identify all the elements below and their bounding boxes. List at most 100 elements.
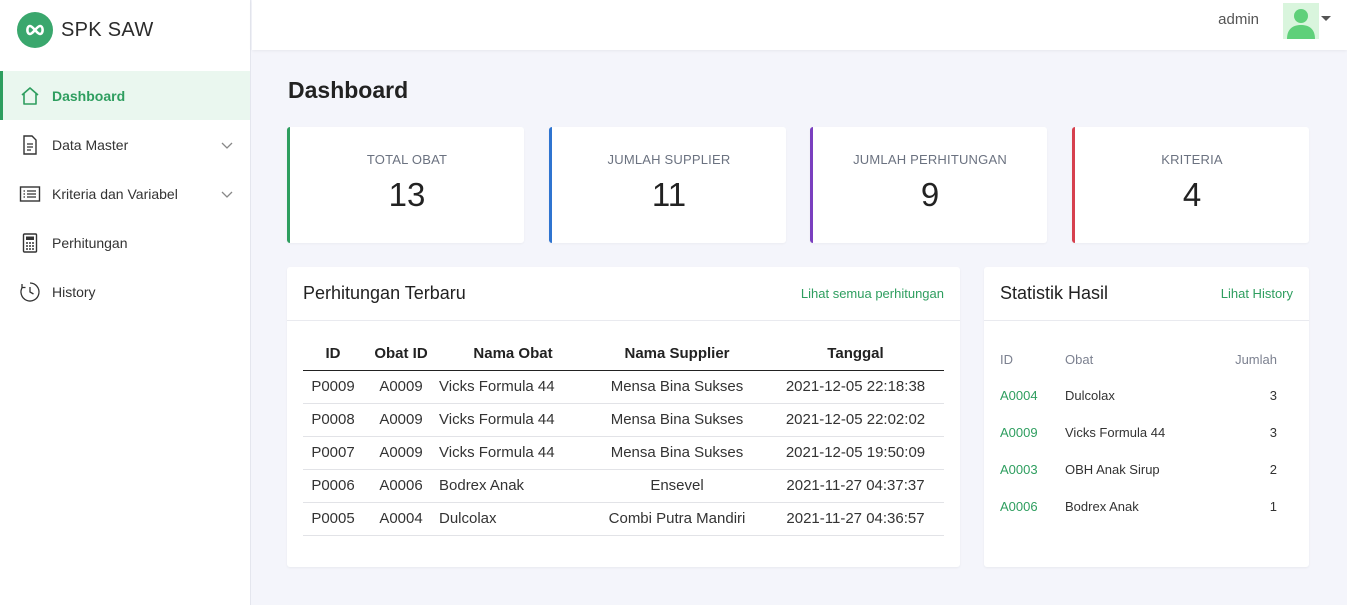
sidebar-item-label: Data Master bbox=[52, 136, 129, 153]
user-name[interactable]: admin bbox=[1218, 11, 1259, 28]
cell-nama-obat: Vicks Formula 44 bbox=[439, 403, 587, 437]
home-icon bbox=[19, 85, 41, 107]
cell-id: P0005 bbox=[303, 502, 363, 536]
table-row: P0008 A0009 Vicks Formula 44 Mensa Bina … bbox=[303, 403, 944, 437]
app-name: SPK SAW bbox=[61, 18, 154, 41]
column-header: ID bbox=[1000, 351, 1013, 367]
cell-obat-id: A0006 bbox=[363, 469, 439, 503]
cell-jumlah: 2 bbox=[1269, 462, 1277, 477]
stat-card-jumlah-perhitungan: JUMLAH PERHITUNGAN 9 bbox=[810, 127, 1047, 243]
table-row: P0005 A0004 Dulcolax Combi Putra Mandiri… bbox=[303, 502, 944, 536]
brand[interactable]: SPK SAW bbox=[0, 0, 250, 60]
cell-nama-supplier: Ensevel bbox=[587, 469, 767, 503]
table-row: A0004 Dulcolax 3 bbox=[1000, 377, 1293, 414]
cell-tanggal: 2021-12-05 22:02:02 bbox=[767, 403, 944, 437]
table-row: P0007 A0009 Vicks Formula 44 Mensa Bina … bbox=[303, 436, 944, 470]
cell-obat-id: A0009 bbox=[363, 403, 439, 437]
panel-title: Statistik Hasil bbox=[1000, 283, 1109, 303]
list-icon bbox=[19, 183, 41, 205]
history-icon bbox=[19, 281, 41, 303]
sidebar-item-label: Dashboard bbox=[52, 87, 126, 104]
cell-nama-supplier: Mensa Bina Sukses bbox=[587, 370, 767, 404]
cell-obat-id: A0009 bbox=[363, 370, 439, 404]
caret-down-icon[interactable] bbox=[1321, 16, 1331, 21]
stat-value: 4 bbox=[1182, 176, 1202, 213]
table-row: P0009 A0009 Vicks Formula 44 Mensa Bina … bbox=[303, 370, 944, 404]
panel-title: Perhitungan Terbaru bbox=[303, 283, 466, 303]
cell-nama-obat: Vicks Formula 44 bbox=[439, 436, 587, 470]
stat-label: JUMLAH PERHITUNGAN bbox=[853, 152, 1007, 167]
stat-label: KRITERIA bbox=[1161, 152, 1223, 167]
sidebar-nav: Dashboard Data Master Kriteria dan Varia… bbox=[0, 71, 250, 316]
column-header: Obat bbox=[1065, 351, 1094, 367]
stat-label: TOTAL OBAT bbox=[366, 152, 448, 167]
recent-calculations-table: ID Obat ID Nama Obat Nama Supplier Tangg… bbox=[303, 337, 944, 536]
sidebar-item-history[interactable]: History bbox=[0, 267, 250, 316]
sidebar-item-label: History bbox=[52, 283, 96, 300]
cell-tanggal: 2021-12-05 22:18:38 bbox=[767, 370, 944, 404]
table-row: A0009 Vicks Formula 44 3 bbox=[1000, 414, 1293, 451]
calculator-icon bbox=[19, 232, 41, 254]
topbar: admin bbox=[252, 0, 1347, 50]
panel-header: Statistik Hasil Lihat History bbox=[984, 267, 1309, 321]
stat-label: JUMLAH SUPPLIER bbox=[607, 152, 731, 167]
cell-nama-supplier: Mensa Bina Sukses bbox=[587, 436, 767, 470]
cell-nama-supplier: Mensa Bina Sukses bbox=[587, 403, 767, 437]
cell-obat: OBH Anak Sirup bbox=[1065, 462, 1160, 477]
chevron-down-icon bbox=[221, 137, 233, 155]
cell-jumlah: 1 bbox=[1269, 499, 1277, 514]
stat-card-total-obat: TOTAL OBAT 13 bbox=[287, 127, 524, 243]
view-all-calculations-link[interactable]: Lihat semua perhitungan bbox=[801, 286, 944, 301]
cell-tanggal: 2021-11-27 04:37:37 bbox=[767, 469, 944, 503]
cell-id: P0007 bbox=[303, 436, 363, 470]
cell-id: P0008 bbox=[303, 403, 363, 437]
column-header: Nama Supplier bbox=[587, 337, 767, 371]
sidebar-item-kriteria-variabel[interactable]: Kriteria dan Variabel bbox=[0, 169, 250, 218]
sidebar: SPK SAW Dashboard Data Master Kriteria d… bbox=[0, 0, 251, 605]
statistik-table: ID Obat Jumlah A0004 Dulcolax 3 A0009 Vi… bbox=[1000, 347, 1293, 525]
chevron-down-icon bbox=[221, 186, 233, 204]
cell-id: P0009 bbox=[303, 370, 363, 404]
stat-value: 9 bbox=[920, 176, 940, 213]
sidebar-item-data-master[interactable]: Data Master bbox=[0, 120, 250, 169]
cell-nama-supplier: Combi Putra Mandiri bbox=[587, 502, 767, 536]
table-header-row: ID Obat ID Nama Obat Nama Supplier Tangg… bbox=[303, 337, 944, 371]
cell-id-link[interactable]: A0006 bbox=[1000, 488, 1065, 525]
cell-id-link[interactable]: A0009 bbox=[1000, 414, 1065, 451]
cell-id-link[interactable]: A0003 bbox=[1000, 451, 1065, 488]
cell-nama-obat: Dulcolax bbox=[439, 502, 587, 536]
view-history-link[interactable]: Lihat History bbox=[1221, 286, 1293, 301]
sidebar-item-label: Perhitungan bbox=[52, 234, 128, 251]
cell-nama-obat: Bodrex Anak bbox=[439, 469, 587, 503]
page-title: Dashboard bbox=[288, 77, 409, 103]
stat-card-jumlah-supplier: JUMLAH SUPPLIER 11 bbox=[549, 127, 786, 243]
cell-id: P0006 bbox=[303, 469, 363, 503]
cell-obat-id: A0009 bbox=[363, 436, 439, 470]
column-header: Tanggal bbox=[767, 337, 944, 371]
statistik-hasil-panel: Statistik Hasil Lihat History ID Obat Ju… bbox=[984, 267, 1309, 567]
stat-value: 11 bbox=[651, 176, 687, 213]
infinity-logo-icon bbox=[17, 12, 53, 48]
cell-id-link[interactable]: A0004 bbox=[1000, 377, 1065, 414]
column-header: ID bbox=[303, 337, 363, 371]
recent-calculations-panel: Perhitungan Terbaru Lihat semua perhitun… bbox=[287, 267, 960, 567]
sidebar-item-dashboard[interactable]: Dashboard bbox=[0, 71, 250, 120]
cell-obat: Dulcolax bbox=[1065, 388, 1115, 403]
sidebar-item-label: Kriteria dan Variabel bbox=[52, 185, 178, 202]
cell-tanggal: 2021-11-27 04:36:57 bbox=[767, 502, 944, 536]
cell-nama-obat: Vicks Formula 44 bbox=[439, 370, 587, 404]
table-header-row: ID Obat Jumlah bbox=[1000, 347, 1293, 377]
table-row: P0006 A0006 Bodrex Anak Ensevel 2021-11-… bbox=[303, 469, 944, 503]
panel-header: Perhitungan Terbaru Lihat semua perhitun… bbox=[287, 267, 960, 321]
stat-card-kriteria: KRITERIA 4 bbox=[1072, 127, 1309, 243]
table-row: A0006 Bodrex Anak 1 bbox=[1000, 488, 1293, 525]
column-header: Obat ID bbox=[363, 337, 439, 371]
user-avatar-icon[interactable] bbox=[1283, 3, 1319, 39]
sidebar-item-perhitungan[interactable]: Perhitungan bbox=[0, 218, 250, 267]
stat-value: 13 bbox=[388, 176, 426, 213]
cell-obat: Bodrex Anak bbox=[1065, 499, 1139, 514]
cell-jumlah: 3 bbox=[1269, 388, 1277, 403]
cell-obat: Vicks Formula 44 bbox=[1065, 425, 1166, 440]
cell-tanggal: 2021-12-05 19:50:09 bbox=[767, 436, 944, 470]
cell-obat-id: A0004 bbox=[363, 502, 439, 536]
